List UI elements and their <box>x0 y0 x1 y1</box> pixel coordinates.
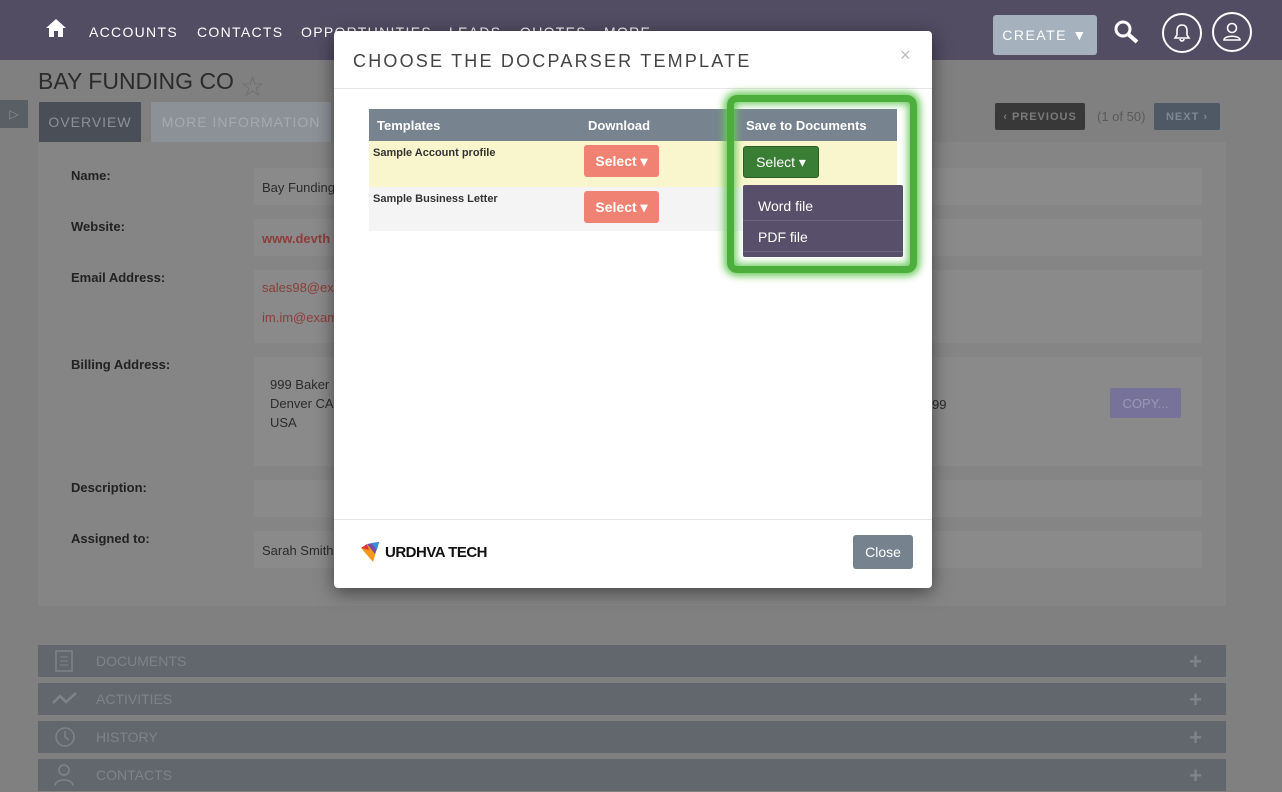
plus-icon[interactable]: + <box>1189 725 1202 751</box>
previous-button[interactable]: ‹ PREVIOUS <box>995 103 1085 130</box>
logo-mark-icon <box>361 542 379 562</box>
nav-accounts[interactable]: ACCOUNTS <box>89 24 178 40</box>
template-name: Sample Account profile <box>373 147 496 159</box>
divider <box>334 88 932 89</box>
header-templates: Templates <box>377 118 441 133</box>
search-icon[interactable] <box>1113 19 1141 45</box>
divider <box>334 519 932 520</box>
close-icon[interactable]: × <box>900 45 911 66</box>
history-icon <box>55 727 75 747</box>
user-icon <box>1223 22 1241 41</box>
next-label: NEXT <box>1165 110 1200 123</box>
template-name: Sample Business Letter <box>373 193 498 205</box>
panel-label: DOCUMENTS <box>96 653 187 669</box>
nav-contacts[interactable]: CONTACTS <box>197 24 283 40</box>
plus-icon[interactable]: + <box>1189 763 1202 789</box>
website-label: Website: <box>71 219 125 234</box>
pager-count: (1 of 50) <box>1097 109 1146 124</box>
close-button[interactable]: Close <box>853 535 913 569</box>
download-select-button[interactable]: Select ▾ <box>584 191 659 223</box>
docparser-template-modal: CHOOSE THE DOCPARSER TEMPLATE × Template… <box>334 31 932 588</box>
panel-label: CONTACTS <box>96 767 172 783</box>
divider <box>743 251 903 252</box>
download-select-button[interactable]: Select ▾ <box>584 145 659 177</box>
billing-extra: 99 <box>932 397 947 412</box>
urdhva-tech-logo: URDHVA TECH <box>359 540 488 564</box>
sidebar-toggle[interactable]: ▷ <box>0 100 28 128</box>
panel-history[interactable]: HISTORY + <box>38 721 1226 753</box>
documents-icon <box>55 650 73 672</box>
panel-contacts[interactable]: CONTACTS + <box>38 759 1226 791</box>
record-title: BAY FUNDING CO <box>38 68 234 94</box>
home-icon[interactable] <box>46 18 66 38</box>
menu-item-pdf-file[interactable]: PDF file <box>758 229 808 245</box>
divider <box>743 220 903 221</box>
plus-icon[interactable]: + <box>1189 649 1202 675</box>
panel-activities[interactable]: ACTIVITIES + <box>38 683 1226 715</box>
bell-icon <box>1173 24 1191 42</box>
header-download: Download <box>588 118 651 133</box>
next-button[interactable]: NEXT › <box>1154 103 1220 130</box>
copy-button[interactable]: COPY... <box>1110 388 1181 418</box>
tab-more-information[interactable]: MORE INFORMATION <box>151 102 331 142</box>
description-label: Description: <box>71 480 147 495</box>
user-menu-button[interactable] <box>1212 12 1252 52</box>
menu-item-word-file[interactable]: Word file <box>758 198 813 214</box>
panel-label: HISTORY <box>96 729 158 745</box>
plus-icon[interactable]: + <box>1189 687 1202 713</box>
notifications-button[interactable] <box>1162 13 1202 53</box>
modal-title: CHOOSE THE DOCPARSER TEMPLATE <box>353 51 752 71</box>
create-button[interactable]: CREATE ▼ <box>993 15 1097 55</box>
billing-label: Billing Address: <box>71 357 171 372</box>
contacts-icon <box>54 764 74 787</box>
panel-label: ACTIVITIES <box>96 691 173 707</box>
favorite-star-icon[interactable]: ☆ <box>240 70 265 103</box>
name-label: Name: <box>71 168 111 183</box>
save-dropdown-menu: Word file PDF file <box>743 185 903 257</box>
assigned-label: Assigned to: <box>71 531 150 546</box>
activities-icon <box>52 692 77 704</box>
panel-documents[interactable]: DOCUMENTS + <box>38 645 1226 677</box>
logo-text: URDHVA TECH <box>385 543 488 561</box>
previous-label: PREVIOUS <box>1011 110 1077 123</box>
save-select-button[interactable]: Select ▾ <box>743 146 819 178</box>
email-label: Email Address: <box>71 270 166 285</box>
tab-overview[interactable]: OVERVIEW <box>39 102 141 142</box>
